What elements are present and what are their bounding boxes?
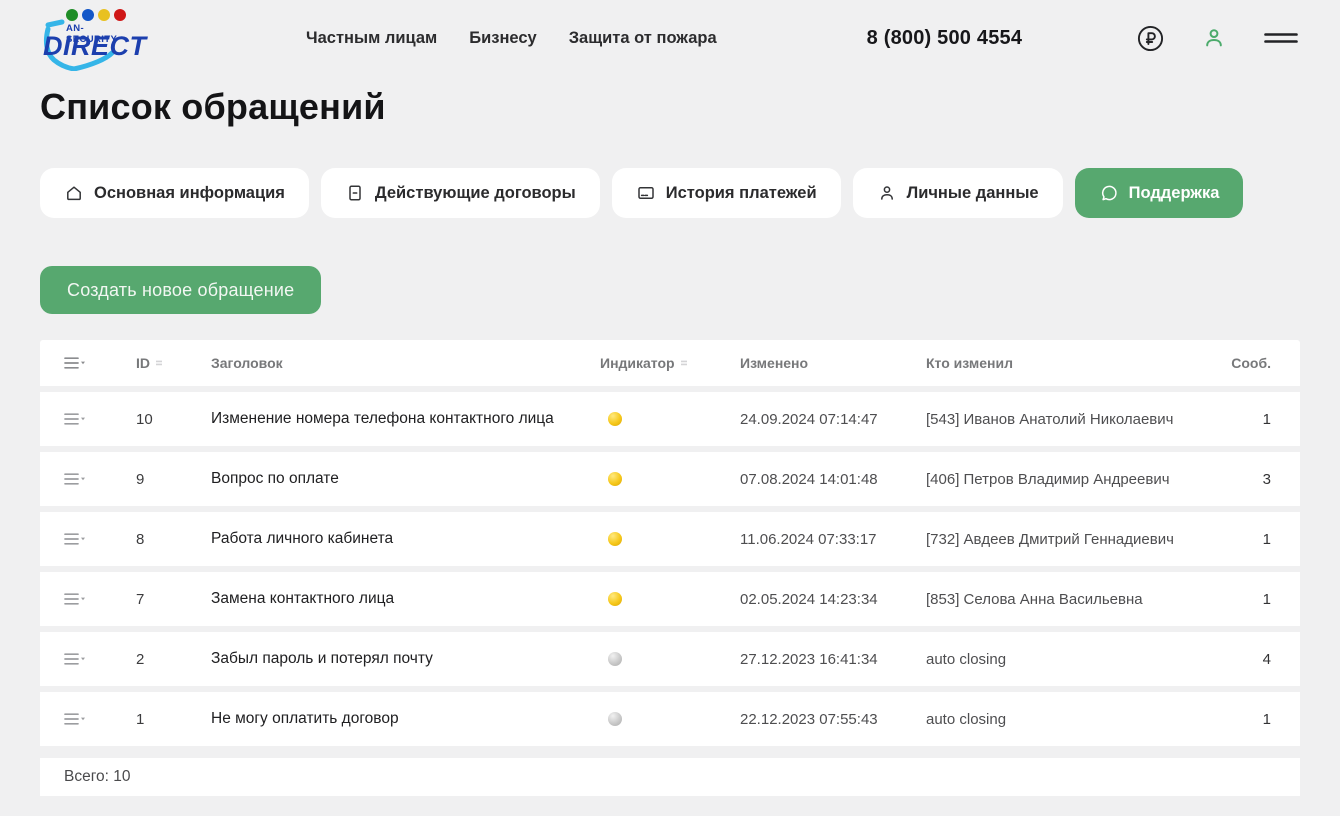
request-title[interactable]: Забыл пароль и потерял почту: [211, 650, 600, 668]
tab-payment-history[interactable]: История платежей: [612, 168, 841, 218]
modified-date: 02.05.2024 14:23:34: [740, 591, 926, 608]
table-row[interactable]: 7 Замена контактного лица 02.05.2024 14:…: [40, 572, 1300, 626]
nav-link-fire-protection[interactable]: Защита от пожара: [569, 29, 717, 48]
request-id: 2: [136, 651, 211, 668]
tab-label: Основная информация: [94, 184, 285, 203]
request-title[interactable]: Работа личного кабинета: [211, 530, 600, 548]
table-row[interactable]: 1 Не могу оплатить договор 22.12.2023 07…: [40, 692, 1300, 746]
row-menu-icon[interactable]: [64, 472, 136, 486]
tab-label: История платежей: [666, 184, 817, 203]
page-title: Список обращений: [0, 76, 1340, 128]
logo-brand-main: DIRECT: [43, 31, 147, 62]
phone-number[interactable]: 8 (800) 500 4554: [867, 27, 1023, 50]
section-tabs: Основная информация Действующие договоры…: [0, 128, 1340, 218]
row-menu-icon[interactable]: [64, 652, 136, 666]
request-title[interactable]: Изменение номера телефона контактного ли…: [211, 410, 600, 428]
tab-label: Поддержка: [1129, 184, 1220, 203]
tab-active-contracts[interactable]: Действующие договоры: [321, 168, 600, 218]
nav-link-private[interactable]: Частным лицам: [306, 29, 437, 48]
request-id: 9: [136, 471, 211, 488]
column-header-indicator[interactable]: Индикатор: [600, 355, 740, 371]
status-indicator: [600, 472, 740, 486]
modified-by: auto closing: [926, 711, 1220, 728]
request-title[interactable]: Не могу оплатить договор: [211, 710, 600, 728]
tab-personal-data[interactable]: Личные данные: [853, 168, 1063, 218]
person-icon: [877, 183, 897, 203]
status-indicator: [600, 532, 740, 546]
messages-count: 1: [1220, 531, 1271, 548]
modified-by: auto closing: [926, 651, 1220, 668]
row-menu-icon[interactable]: [64, 532, 136, 546]
home-icon: [64, 183, 84, 203]
modified-by: [543] Иванов Анатолий Николаевич: [926, 411, 1220, 428]
user-icon[interactable]: [1202, 26, 1226, 50]
top-navigation: Частным лицам Бизнесу Защита от пожара: [306, 29, 717, 48]
page: AN-SECURITY DIRECT Частным лицам Бизнесу…: [0, 0, 1340, 816]
modified-date: 22.12.2023 07:55:43: [740, 711, 926, 728]
modified-by: [732] Авдеев Дмитрий Геннадиевич: [926, 531, 1220, 548]
requests-table: ID Заголовок Индикатор Изменено Кто изме…: [0, 314, 1340, 796]
brand-logo[interactable]: AN-SECURITY DIRECT: [40, 7, 134, 69]
sort-icon: [155, 359, 163, 367]
modified-date: 11.06.2024 07:33:17: [740, 531, 926, 548]
sort-icon: [680, 359, 688, 367]
create-request-button[interactable]: Создать новое обращение: [40, 266, 321, 314]
ruble-circle-icon[interactable]: [1137, 25, 1164, 52]
tab-label: Действующие договоры: [375, 184, 576, 203]
status-indicator: [600, 592, 740, 606]
row-menu-icon[interactable]: [64, 592, 136, 606]
request-id: 7: [136, 591, 211, 608]
request-title[interactable]: Вопрос по оплате: [211, 470, 600, 488]
table-row[interactable]: 10 Изменение номера телефона контактного…: [40, 392, 1300, 446]
column-header-title[interactable]: Заголовок: [211, 355, 600, 371]
tab-main-info[interactable]: Основная информация: [40, 168, 309, 218]
column-header-modified[interactable]: Изменено: [740, 355, 926, 371]
modified-date: 07.08.2024 14:01:48: [740, 471, 926, 488]
table-row[interactable]: 2 Забыл пароль и потерял почту 27.12.202…: [40, 632, 1300, 686]
messages-count: 4: [1220, 651, 1271, 668]
card-icon: [636, 183, 656, 203]
status-indicator: [600, 712, 740, 726]
modified-by: [853] Селова Анна Васильевна: [926, 591, 1220, 608]
request-id: 8: [136, 531, 211, 548]
row-menu-icon[interactable]: [64, 712, 136, 726]
messages-count: 1: [1220, 711, 1271, 728]
request-title[interactable]: Замена контактного лица: [211, 590, 600, 608]
modified-by: [406] Петров Владимир Андреевич: [926, 471, 1220, 488]
request-id: 10: [136, 411, 211, 428]
tab-label: Личные данные: [907, 184, 1039, 203]
table-settings-icon[interactable]: [64, 356, 136, 370]
row-menu-icon[interactable]: [64, 412, 136, 426]
chat-icon: [1099, 183, 1119, 203]
table-row[interactable]: 8 Работа личного кабинета 11.06.2024 07:…: [40, 512, 1300, 566]
top-bar: AN-SECURITY DIRECT Частным лицам Бизнесу…: [0, 0, 1340, 76]
table-row[interactable]: 9 Вопрос по оплате 07.08.2024 14:01:48 […: [40, 452, 1300, 506]
modified-date: 27.12.2023 16:41:34: [740, 651, 926, 668]
status-indicator: [600, 652, 740, 666]
actions-row: Создать новое обращение: [0, 218, 1340, 314]
messages-count: 1: [1220, 411, 1271, 428]
modified-date: 24.09.2024 07:14:47: [740, 411, 926, 428]
top-icons: [1137, 25, 1298, 52]
column-header-id[interactable]: ID: [136, 355, 211, 371]
column-header-modified-by[interactable]: Кто изменил: [926, 355, 1220, 371]
table-header-row: ID Заголовок Индикатор Изменено Кто изме…: [40, 340, 1300, 386]
messages-count: 3: [1220, 471, 1271, 488]
nav-link-business[interactable]: Бизнесу: [469, 29, 536, 48]
tab-support[interactable]: Поддержка: [1075, 168, 1244, 218]
table-footer: Всего: 10: [40, 758, 1300, 796]
document-icon: [345, 183, 365, 203]
total-count: Всего: 10: [64, 768, 131, 786]
messages-count: 1: [1220, 591, 1271, 608]
column-header-messages[interactable]: Сооб.: [1220, 355, 1271, 371]
request-id: 1: [136, 711, 211, 728]
menu-icon[interactable]: [1264, 29, 1298, 47]
logo-dots-icon: [66, 9, 126, 21]
status-indicator: [600, 412, 740, 426]
